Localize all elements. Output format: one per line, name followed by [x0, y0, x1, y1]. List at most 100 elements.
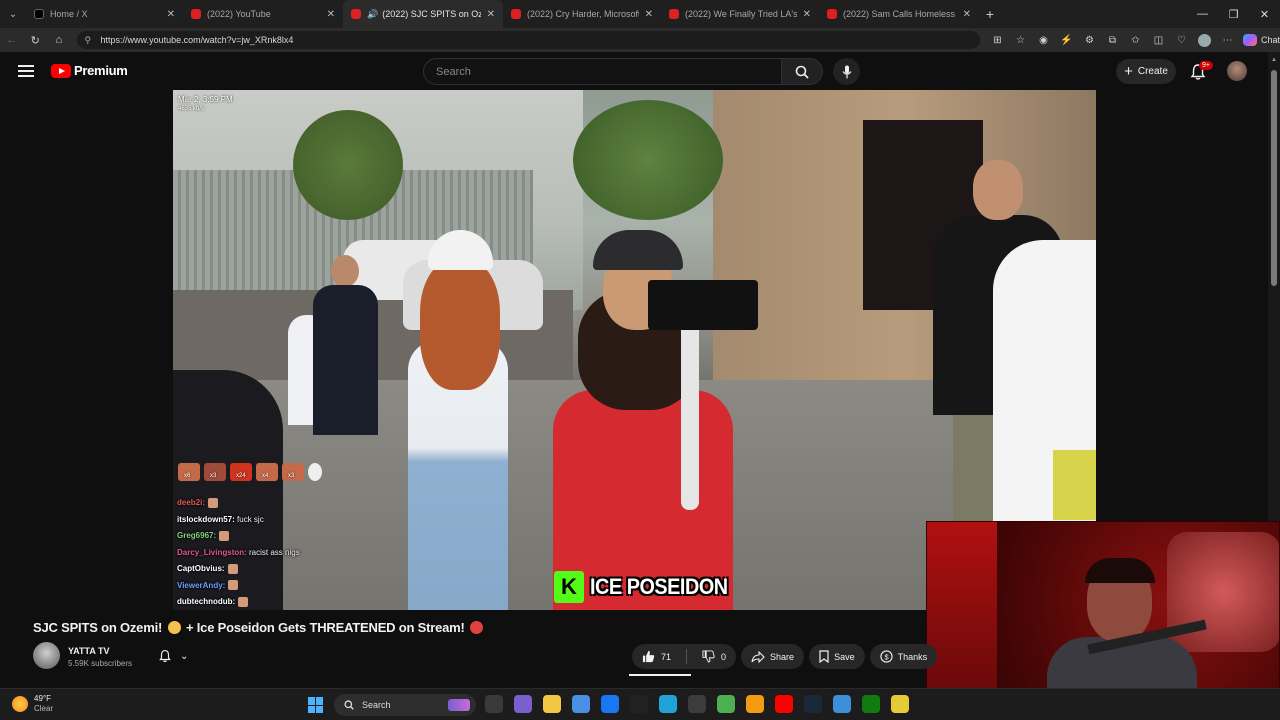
favorite-star-icon[interactable]: ☆ [1009, 29, 1032, 51]
close-icon[interactable]: ✕ [803, 9, 811, 20]
tab-youtube[interactable]: (2022) YouTube ✕ [183, 0, 343, 28]
close-icon[interactable]: ✕ [167, 9, 175, 20]
video-scene [398, 230, 518, 610]
windows-start-icon[interactable] [308, 697, 324, 713]
file-explorer-icon[interactable] [543, 695, 561, 713]
extension-icon[interactable]: ◉ [1032, 29, 1055, 51]
copilot-chat-button[interactable]: Chat [1243, 34, 1280, 46]
save-button[interactable]: Save [809, 644, 865, 669]
taskbar-search[interactable]: Search [334, 694, 476, 716]
create-label: Create [1137, 66, 1168, 77]
store-icon[interactable] [572, 695, 590, 713]
emote-count: x24 [236, 473, 246, 479]
emote-icon: x24 [230, 463, 252, 481]
profile-avatar[interactable] [1198, 33, 1211, 47]
like-button[interactable]: 71 [632, 644, 681, 669]
site-info-icon[interactable]: ⚲ [85, 35, 95, 45]
home-icon[interactable]: ⌂ [47, 28, 71, 52]
tab-home-x[interactable]: Home / X ✕ [26, 0, 183, 28]
search-input[interactable]: Search [423, 58, 782, 85]
close-icon[interactable]: ✕ [645, 9, 653, 20]
browser-tab-strip: ⌄ Home / X ✕ (2022) YouTube ✕ 🔊 (2022) S… [0, 0, 1280, 28]
video-scene [681, 320, 699, 510]
video-title-part: + Ice Poseidon Gets THREATENED on Stream… [185, 620, 465, 635]
settings-icon[interactable] [833, 695, 851, 713]
scroll-up-icon[interactable]: ▲ [1271, 57, 1277, 63]
menu-icon[interactable] [18, 65, 34, 77]
browser-toolbar: ← ↻ ⌂ ⚲ https://www.youtube.com/watch?v=… [0, 28, 1280, 52]
microphone-icon [842, 65, 851, 78]
new-tab-button[interactable]: + [979, 6, 1001, 22]
account-avatar[interactable] [1227, 61, 1247, 81]
chat-message: itslockdown57: fuck sjc [177, 512, 300, 529]
search-button[interactable] [781, 58, 823, 85]
task-view-icon[interactable] [485, 695, 503, 713]
facebook-icon[interactable] [601, 695, 619, 713]
copilot-icon[interactable] [514, 695, 532, 713]
refresh-icon[interactable]: ↻ [24, 28, 48, 52]
extension-icon[interactable]: ⚡ [1055, 29, 1078, 51]
video-title: SJC SPITS on Ozemi! + Ice Poseidon Gets … [33, 620, 485, 635]
youtube-icon [191, 9, 201, 19]
chat-emote-icon [228, 580, 239, 591]
dislike-button[interactable]: 0 [692, 644, 736, 669]
split-screen-icon[interactable]: ⧉ [1101, 29, 1124, 51]
speaker-icon[interactable]: 🔊 [367, 9, 378, 20]
search-icon [344, 700, 354, 710]
emote-combo-row: x6 x3 x24 x4 x3 [178, 463, 322, 481]
tab-cry-harder[interactable]: (2022) Cry Harder, Microsoft - You ✕ [503, 0, 661, 28]
calculator-icon[interactable] [688, 695, 706, 713]
svg-text:$: $ [884, 652, 888, 661]
subscription-bell-button[interactable]: ⌄ [154, 644, 200, 668]
back-icon[interactable]: ← [0, 28, 24, 52]
chat-username: dubtechnodub: [177, 597, 236, 606]
app-available-icon[interactable]: ⊞ [986, 29, 1009, 51]
angry-face-icon [470, 621, 484, 634]
youtube-premium-logo[interactable]: Premium [51, 63, 128, 78]
chat-username: Greg6967: [177, 531, 217, 540]
caption-text: ICE POSEIDON [590, 574, 728, 599]
voice-search-button[interactable] [833, 58, 860, 85]
close-icon[interactable]: ✕ [327, 9, 335, 20]
tab-title: (2022) Cry Harder, Microsoft - You [527, 9, 639, 19]
minimize-icon[interactable]: — [1187, 0, 1218, 28]
vlc-icon[interactable] [746, 695, 764, 713]
tab-la-food[interactable]: (2022) We Finally Tried LA's Most ✕ [661, 0, 819, 28]
chat-username: ViewerAndy: [177, 580, 226, 590]
share-button[interactable]: Share [741, 644, 805, 669]
browser-essentials-icon[interactable]: ♡ [1170, 29, 1193, 51]
address-bar[interactable]: ⚲ https://www.youtube.com/watch?v=jw_XRn… [76, 31, 980, 49]
chrome-icon[interactable] [717, 695, 735, 713]
youtube-icon[interactable] [775, 695, 793, 713]
more-menu-icon[interactable]: ⋯ [1216, 29, 1239, 51]
tab-sam-calls[interactable]: (2022) Sam Calls Homeless – Nana ✕ [819, 0, 979, 28]
close-window-icon[interactable]: ✕ [1249, 0, 1280, 28]
kick-logo-icon: K [554, 571, 584, 603]
restore-icon[interactable]: ❐ [1218, 0, 1249, 28]
chat-emote-icon [219, 530, 230, 541]
edge-icon[interactable] [659, 695, 677, 713]
extension-icon[interactable]: ⚙ [1078, 29, 1101, 51]
favorites-icon[interactable]: ✩ [1124, 29, 1147, 51]
extensions-bar: ⊞ ☆ ◉ ⚡ ⚙ ⧉ ✩ ◫ ♡ ⋯ [986, 29, 1239, 51]
weather-widget[interactable]: 49°F Clear [12, 694, 53, 714]
channel-avatar[interactable] [33, 642, 60, 669]
tab-current-video[interactable]: 🔊 (2022) SJC SPITS on Ozemi! 😱 ✕ [343, 0, 503, 28]
close-icon[interactable]: ✕ [963, 9, 971, 20]
collections-icon[interactable]: ◫ [1147, 29, 1170, 51]
emote-icon: x3 [282, 463, 304, 481]
notes-icon[interactable] [891, 695, 909, 713]
amazon-icon[interactable] [630, 695, 648, 713]
chat-message: deeb2i: [177, 495, 300, 512]
create-button[interactable]: + Create [1116, 59, 1176, 84]
steam-icon[interactable] [804, 695, 822, 713]
thanks-icon: $ [879, 650, 893, 663]
close-icon[interactable]: ✕ [487, 9, 495, 20]
chat-username: deeb2i: [177, 498, 206, 507]
thanks-button[interactable]: $ Thanks [869, 644, 938, 669]
scrollbar-thumb[interactable] [1271, 70, 1277, 286]
tab-actions-menu[interactable]: ⌄ [0, 0, 26, 28]
chat-message: CaptObvius: [177, 561, 300, 578]
channel-name[interactable]: YATTA TV [68, 646, 110, 656]
xbox-icon[interactable] [862, 695, 880, 713]
